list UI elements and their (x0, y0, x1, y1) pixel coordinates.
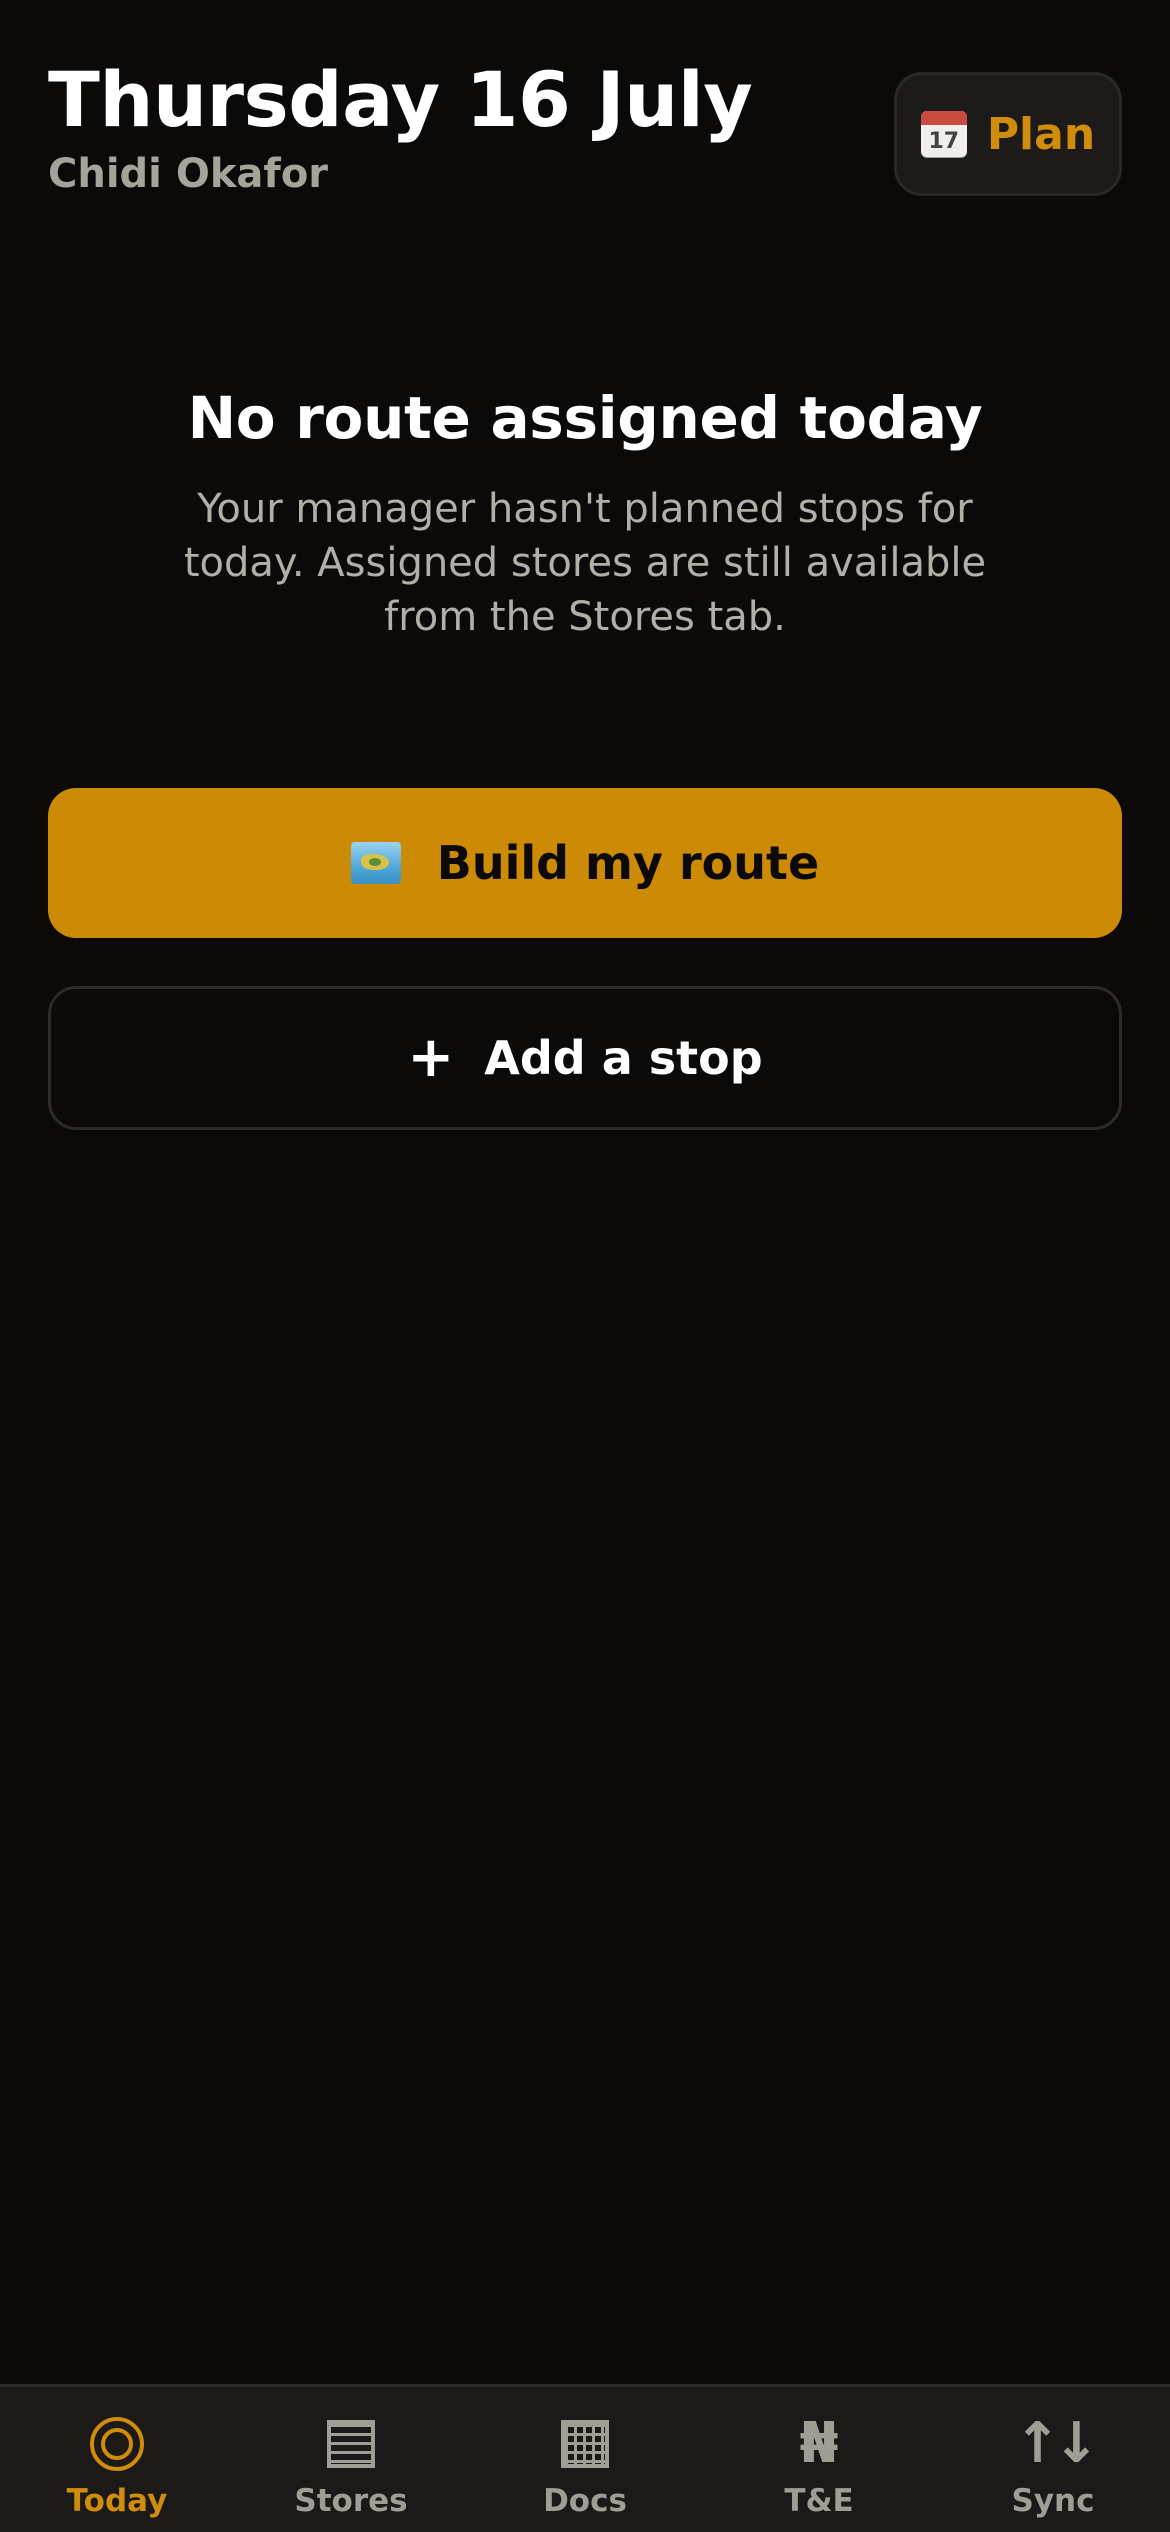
tab-today[interactable]: Today (0, 2387, 234, 2532)
plan-button[interactable]: 17 Plan (894, 72, 1122, 196)
today-screen: Thursday 16 July Chidi Okafor 17 Plan No… (0, 0, 1170, 2532)
empty-state: No route assigned today Your manager has… (48, 384, 1122, 644)
tab-sync[interactable]: ↑↓ Sync (936, 2387, 1170, 2532)
target-icon (90, 2411, 144, 2477)
tab-label: T&E (784, 2483, 854, 2519)
header: Thursday 16 July Chidi Okafor 17 Plan (48, 56, 1122, 197)
map-icon (350, 842, 401, 884)
build-route-label: Build my route (436, 836, 820, 890)
build-route-button[interactable]: Build my route (48, 788, 1122, 938)
tab-label: Today (66, 2483, 168, 2519)
bottom-tab-bar: Today Stores Docs ₦ T&E ↑↓ Sync (0, 2384, 1170, 2532)
list-icon (327, 2411, 375, 2477)
add-stop-button[interactable]: + Add a stop (48, 986, 1122, 1130)
empty-state-heading: No route assigned today (187, 384, 983, 452)
tab-stores[interactable]: Stores (234, 2387, 468, 2532)
tab-label: Sync (1011, 2483, 1095, 2519)
grid-icon (561, 2411, 609, 2477)
calendar-icon: 17 (920, 111, 967, 157)
tab-docs[interactable]: Docs (468, 2387, 702, 2532)
tab-label: Stores (294, 2483, 408, 2519)
calendar-day: 17 (928, 128, 960, 154)
tab-te[interactable]: ₦ T&E (702, 2387, 936, 2532)
plus-icon: + (407, 1025, 455, 1090)
tab-label: Docs (543, 2483, 627, 2519)
naira-icon: ₦ (799, 2411, 839, 2476)
plan-button-label: Plan (986, 108, 1096, 160)
empty-state-message: Your manager hasn't planned stops for to… (183, 485, 987, 640)
add-stop-label: Add a stop (484, 1031, 763, 1085)
sync-icon: ↑↓ (1014, 2411, 1100, 2476)
